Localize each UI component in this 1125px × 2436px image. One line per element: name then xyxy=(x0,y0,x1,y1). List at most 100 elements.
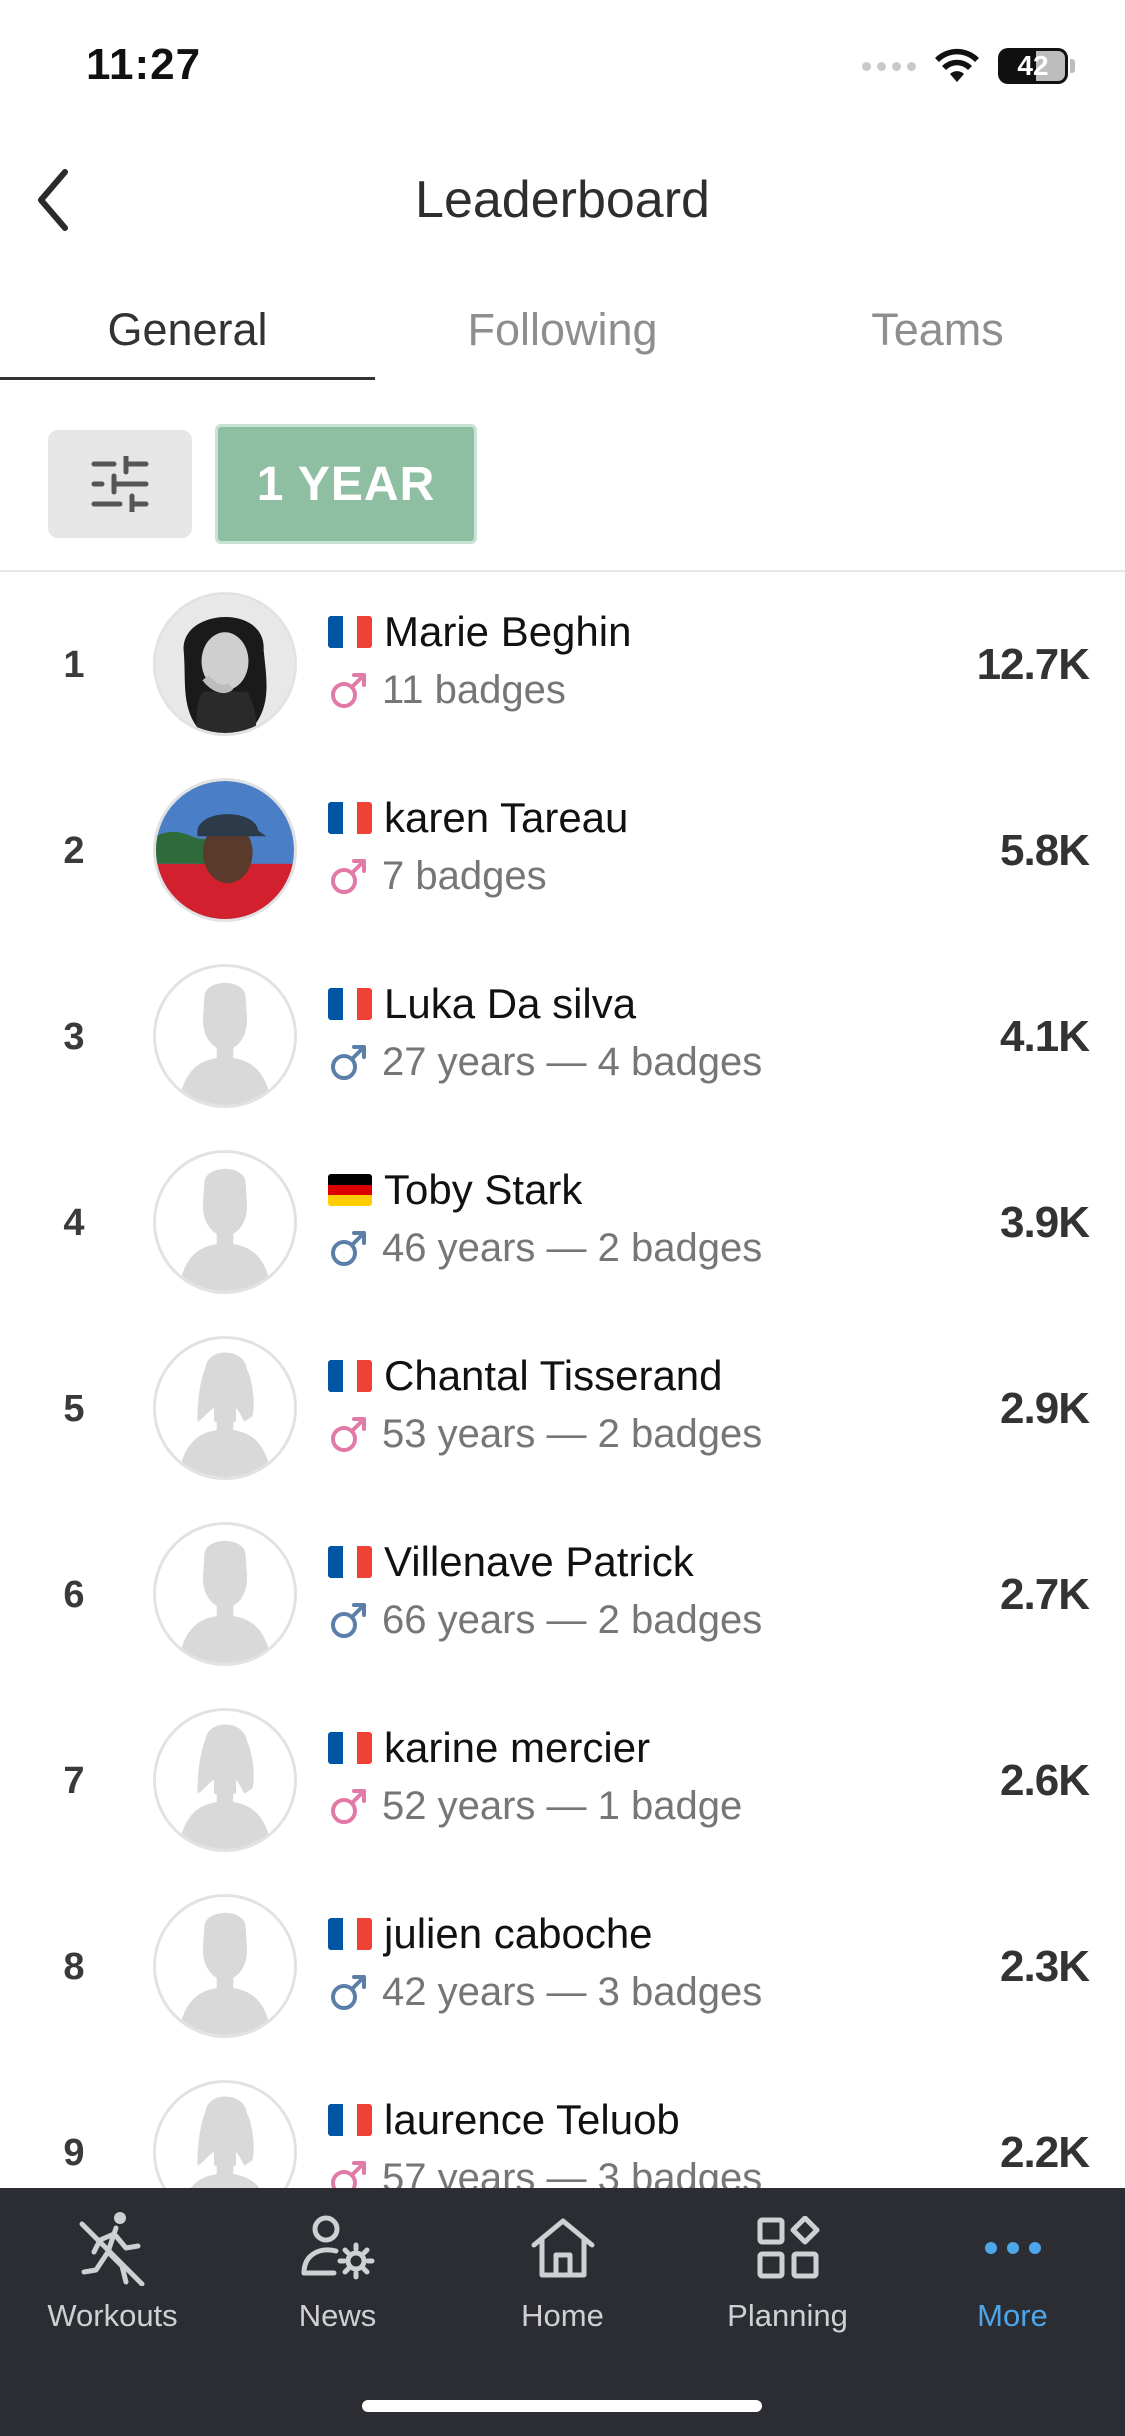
score: 12.7K xyxy=(976,640,1090,689)
tab-bar: General Following Teams xyxy=(0,280,1125,400)
fr-flag-icon xyxy=(328,1732,372,1764)
athlete-meta: 11 badges xyxy=(382,668,566,712)
rank-number: 6 xyxy=(63,1573,85,1616)
nav-label: More xyxy=(977,2298,1048,2333)
rank-number: 7 xyxy=(63,1759,85,1802)
male-gender-icon xyxy=(328,1973,368,2013)
avatar[interactable] xyxy=(153,1708,297,1852)
male-gender-icon xyxy=(328,1043,368,1083)
score: 2.3K xyxy=(1000,1942,1090,1991)
nav-label: Workouts xyxy=(47,2298,178,2333)
score: 4.1K xyxy=(1000,1012,1090,1061)
athlete-name: Luka Da silva xyxy=(384,980,637,1027)
fr-flag-icon xyxy=(328,988,372,1020)
runner-icon xyxy=(75,2210,151,2286)
athlete-meta: 27 years — 4 badges xyxy=(382,1040,763,1084)
battery-icon: 42 xyxy=(998,48,1075,84)
nav-planning[interactable]: Planning xyxy=(675,2210,900,2358)
fr-flag-icon xyxy=(328,616,372,648)
athlete-meta: 46 years — 2 badges xyxy=(382,1226,763,1270)
rank-number: 8 xyxy=(63,1945,85,1988)
athlete-name: Toby Stark xyxy=(384,1166,583,1213)
female-gender-icon xyxy=(328,1415,368,1455)
athlete-name: karen Tareau xyxy=(384,794,629,841)
filter-row: 1 YEAR xyxy=(0,420,1125,570)
nav-home[interactable]: Home xyxy=(450,2210,675,2358)
nav-news[interactable]: News xyxy=(225,2210,450,2358)
athlete-name: laurence Teluob xyxy=(384,2096,680,2143)
nav-label: Planning xyxy=(727,2298,848,2333)
rank-number: 4 xyxy=(63,1201,85,1244)
users-gear-icon xyxy=(300,2210,376,2286)
athlete-meta: 7 badges xyxy=(382,854,547,898)
rank-number: 2 xyxy=(63,829,85,872)
avatar[interactable] xyxy=(153,1522,297,1666)
avatar[interactable] xyxy=(153,778,297,922)
score: 3.9K xyxy=(1000,1198,1090,1247)
female-gender-icon xyxy=(328,671,368,711)
fr-flag-icon xyxy=(328,1546,372,1578)
athlete-meta: 52 years — 1 badge xyxy=(382,1784,743,1828)
more-dots-icon xyxy=(975,2210,1051,2286)
header: Leaderboard xyxy=(0,135,1125,265)
nav-label: News xyxy=(298,2298,377,2333)
wifi-icon xyxy=(935,48,979,82)
fr-flag-icon xyxy=(328,802,372,834)
avatar[interactable] xyxy=(153,1336,297,1480)
nav-workouts[interactable]: Workouts xyxy=(0,2210,225,2358)
leaderboard-row[interactable]: 1 Marie Beghin 11 badges 12.7K xyxy=(0,572,1125,758)
leaderboard-row[interactable]: 7 karine mercier 52 years — 1 badge 2.6K xyxy=(0,1688,1125,1874)
male-gender-icon xyxy=(328,1229,368,1269)
fr-flag-icon xyxy=(328,1360,372,1392)
tab-following[interactable]: Following xyxy=(375,280,750,380)
sliders-icon xyxy=(91,456,149,512)
grid-icon xyxy=(750,2210,826,2286)
leaderboard-row[interactable]: 8 julien caboche 42 years — 3 badges 2.3K xyxy=(0,1874,1125,2060)
leaderboard-row[interactable]: 6 Villenave Patrick 66 years — 2 badges 2.7… xyxy=(0,1502,1125,1688)
fr-flag-icon xyxy=(328,2104,372,2136)
athlete-name: julien caboche xyxy=(384,1910,653,1957)
rank-number: 5 xyxy=(63,1387,85,1430)
leaderboard-row[interactable]: 5 Chantal Tisserand 53 years — 2 badges 2.9… xyxy=(0,1316,1125,1502)
period-selector-button[interactable]: 1 YEAR xyxy=(215,424,477,544)
score: 2.7K xyxy=(1000,1570,1090,1619)
leaderboard-list: 1 Marie Beghin 11 badges 12.7K 2 karen Tareau… xyxy=(0,572,1125,2246)
score: 5.8K xyxy=(1000,826,1090,875)
filter-settings-button[interactable] xyxy=(48,430,192,538)
de-flag-icon xyxy=(328,1174,372,1206)
cellular-signal-icon xyxy=(862,61,916,71)
athlete-name: Marie Beghin xyxy=(384,608,632,655)
status-time: 11:27 xyxy=(86,40,202,89)
athlete-meta: 66 years — 2 badges xyxy=(382,1598,763,1642)
nav-more[interactable]: More xyxy=(900,2210,1125,2358)
status-bar: 11:27 42 xyxy=(0,0,1125,135)
avatar[interactable] xyxy=(153,964,297,1108)
athlete-meta: 53 years — 2 badges xyxy=(382,1412,763,1456)
status-icons: 42 xyxy=(862,48,1075,84)
score: 2.6K xyxy=(1000,1756,1090,1805)
female-gender-icon xyxy=(328,857,368,897)
avatar[interactable] xyxy=(153,1150,297,1294)
battery-level: 42 xyxy=(1017,50,1049,81)
athlete-name: Villenave Patrick xyxy=(384,1538,694,1585)
athlete-meta: 42 years — 3 badges xyxy=(382,1970,763,2014)
leaderboard-row[interactable]: 4 Toby Stark 46 years — 2 badges 3.9K xyxy=(0,1130,1125,1316)
leaderboard-row[interactable]: 3 Luka Da silva 27 years — 4 badges 4.1K xyxy=(0,944,1125,1130)
male-gender-icon xyxy=(328,1601,368,1641)
avatar[interactable] xyxy=(153,592,297,736)
rank-number: 3 xyxy=(63,1015,85,1058)
female-gender-icon xyxy=(328,1787,368,1827)
avatar[interactable] xyxy=(153,1894,297,2038)
home-icon xyxy=(525,2210,601,2286)
tab-teams[interactable]: Teams xyxy=(750,280,1125,380)
athlete-name: Chantal Tisserand xyxy=(384,1352,723,1399)
nav-label: Home xyxy=(521,2298,604,2333)
leaderboard-row[interactable]: 2 karen Tareau 7 badges 5.8K xyxy=(0,758,1125,944)
home-indicator xyxy=(362,2400,762,2412)
page-title: Leaderboard xyxy=(415,171,710,229)
fr-flag-icon xyxy=(328,1918,372,1950)
tab-general[interactable]: General xyxy=(0,280,375,380)
rank-number: 1 xyxy=(63,643,85,686)
bottom-nav: Workouts News Home Planning More xyxy=(0,2188,1125,2436)
athlete-name: karine mercier xyxy=(384,1724,651,1771)
